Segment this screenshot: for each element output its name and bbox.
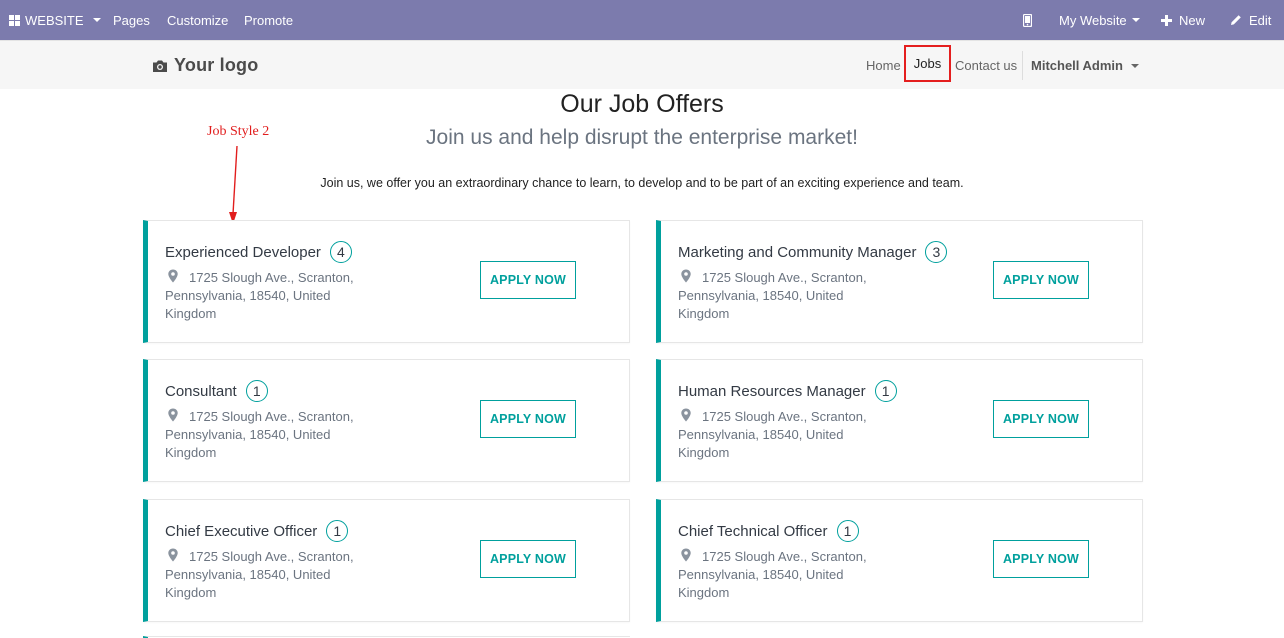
job-address: 1725 Slough Ave., Scranton, Pennsylvania…: [678, 269, 893, 323]
job-card[interactable]: Human Resources Manager 1 1725 Slough Ave.…: [656, 359, 1143, 482]
job-address: 1725 Slough Ave., Scranton, Pennsylvania…: [678, 408, 893, 462]
website-menu-label: WEBSITE: [25, 12, 84, 28]
admin-bar: WEBSITE Pages Customize Promote My Websi…: [0, 0, 1284, 40]
promote-menu[interactable]: Promote: [244, 0, 293, 40]
job-title[interactable]: Consultant: [165, 383, 237, 400]
job-title[interactable]: Human Resources Manager: [678, 383, 866, 400]
plus-icon: [1161, 14, 1172, 26]
map-marker-icon: [681, 269, 691, 283]
apply-now-button[interactable]: APPLY NOW: [480, 400, 576, 438]
apply-now-button[interactable]: APPLY NOW: [480, 540, 576, 578]
map-marker-icon: [168, 269, 178, 283]
job-title[interactable]: Chief Technical Officer: [678, 523, 828, 540]
apps-grid-icon: [9, 14, 20, 26]
logo-text: Your logo: [174, 55, 259, 75]
map-marker-icon: [681, 548, 691, 562]
annotation-arrow-icon: [229, 145, 238, 224]
apply-now-button[interactable]: APPLY NOW: [993, 261, 1089, 299]
job-address-text: 1725 Slough Ave., Scranton, Pennsylvania…: [678, 549, 867, 600]
job-count-badge: 4: [329, 241, 352, 263]
job-address: 1725 Slough Ave., Scranton, Pennsylvania…: [165, 269, 380, 323]
edit-button[interactable]: Edit: [1230, 0, 1271, 40]
user-name: Mitchell Admin: [1031, 58, 1123, 73]
new-label: New: [1179, 12, 1206, 28]
job-count-badge: 1: [874, 380, 897, 402]
mobile-icon: [1023, 13, 1032, 27]
job-card[interactable]: Chief Technical Officer 1 1725 Slough Ave.…: [656, 499, 1143, 622]
user-menu[interactable]: Mitchell Admin: [1031, 41, 1139, 90]
page-intro: Join us, we offer you an extraordinary c…: [320, 176, 964, 190]
job-address: 1725 Slough Ave., Scranton, Pennsylvania…: [165, 408, 380, 462]
job-card[interactable]: Marketing and Community Manager 3 1725 Slo…: [656, 220, 1143, 343]
nav-jobs[interactable]: Jobs: [904, 45, 951, 82]
mobile-preview-button[interactable]: [1023, 0, 1032, 40]
job-count-badge: 1: [326, 520, 349, 542]
nav-contact[interactable]: Contact us: [955, 41, 1017, 90]
site-header: Your logo Home Jobs Contact us Mitchell …: [0, 40, 1284, 89]
camera-icon: [153, 60, 167, 72]
job-title[interactable]: Experienced Developer: [165, 244, 321, 261]
chevron-down-icon: [1130, 63, 1139, 68]
job-count-badge: 1: [836, 520, 859, 542]
map-marker-icon: [168, 408, 178, 422]
job-address-text: 1725 Slough Ave., Scranton, Pennsylvania…: [678, 270, 867, 321]
job-address: 1725 Slough Ave., Scranton, Pennsylvania…: [678, 548, 893, 602]
job-title-row: Marketing and Community Manager 3: [678, 241, 948, 263]
job-address-text: 1725 Slough Ave., Scranton, Pennsylvania…: [165, 549, 354, 600]
edit-label: Edit: [1249, 12, 1272, 28]
page-subtitle: Join us and help disrupt the enterprise …: [426, 126, 858, 149]
my-website-menu[interactable]: My Website: [1059, 0, 1140, 40]
new-button[interactable]: New: [1161, 0, 1205, 40]
chevron-down-icon: [1131, 18, 1140, 22]
site-logo[interactable]: Your logo: [152, 55, 258, 76]
job-title[interactable]: Chief Executive Officer: [165, 523, 317, 540]
map-marker-icon: [681, 408, 691, 422]
job-address-text: 1725 Slough Ave., Scranton, Pennsylvania…: [165, 409, 354, 460]
map-marker-icon: [168, 548, 178, 562]
annotation-label: Job Style 2: [207, 124, 270, 139]
job-title-row: Human Resources Manager 1: [678, 380, 897, 402]
website-menu[interactable]: WEBSITE: [9, 0, 101, 40]
job-address-text: 1725 Slough Ave., Scranton, Pennsylvania…: [165, 270, 354, 321]
job-title-row: Experienced Developer 4: [165, 241, 352, 263]
job-title[interactable]: Marketing and Community Manager: [678, 244, 916, 261]
customize-menu[interactable]: Customize: [167, 0, 228, 40]
job-count-badge: 1: [245, 380, 268, 402]
job-title-row: Consultant 1: [165, 380, 268, 402]
chevron-down-icon: [92, 18, 101, 22]
job-card[interactable]: Chief Executive Officer 1 1725 Slough Ave.…: [143, 499, 630, 622]
job-title-row: Chief Executive Officer 1: [165, 520, 349, 542]
job-address: 1725 Slough Ave., Scranton, Pennsylvania…: [165, 548, 380, 602]
pages-menu[interactable]: Pages: [113, 0, 150, 40]
job-title-row: Chief Technical Officer 1: [678, 520, 859, 542]
nav-divider: [1022, 51, 1023, 80]
job-card[interactable]: Experienced Developer 4 1725 Slough Ave., …: [143, 220, 630, 343]
apply-now-button[interactable]: APPLY NOW: [993, 540, 1089, 578]
apply-now-button[interactable]: APPLY NOW: [993, 400, 1089, 438]
job-address-text: 1725 Slough Ave., Scranton, Pennsylvania…: [678, 409, 867, 460]
nav-home[interactable]: Home: [866, 41, 901, 90]
pencil-icon: [1231, 15, 1241, 25]
page-title: Our Job Offers: [560, 90, 724, 118]
job-card[interactable]: Consultant 1 1725 Slough Ave., Scranton, P…: [143, 359, 630, 482]
apply-now-button[interactable]: APPLY NOW: [480, 261, 576, 299]
my-website-label: My Website: [1059, 12, 1127, 28]
job-count-badge: 3: [925, 241, 948, 263]
